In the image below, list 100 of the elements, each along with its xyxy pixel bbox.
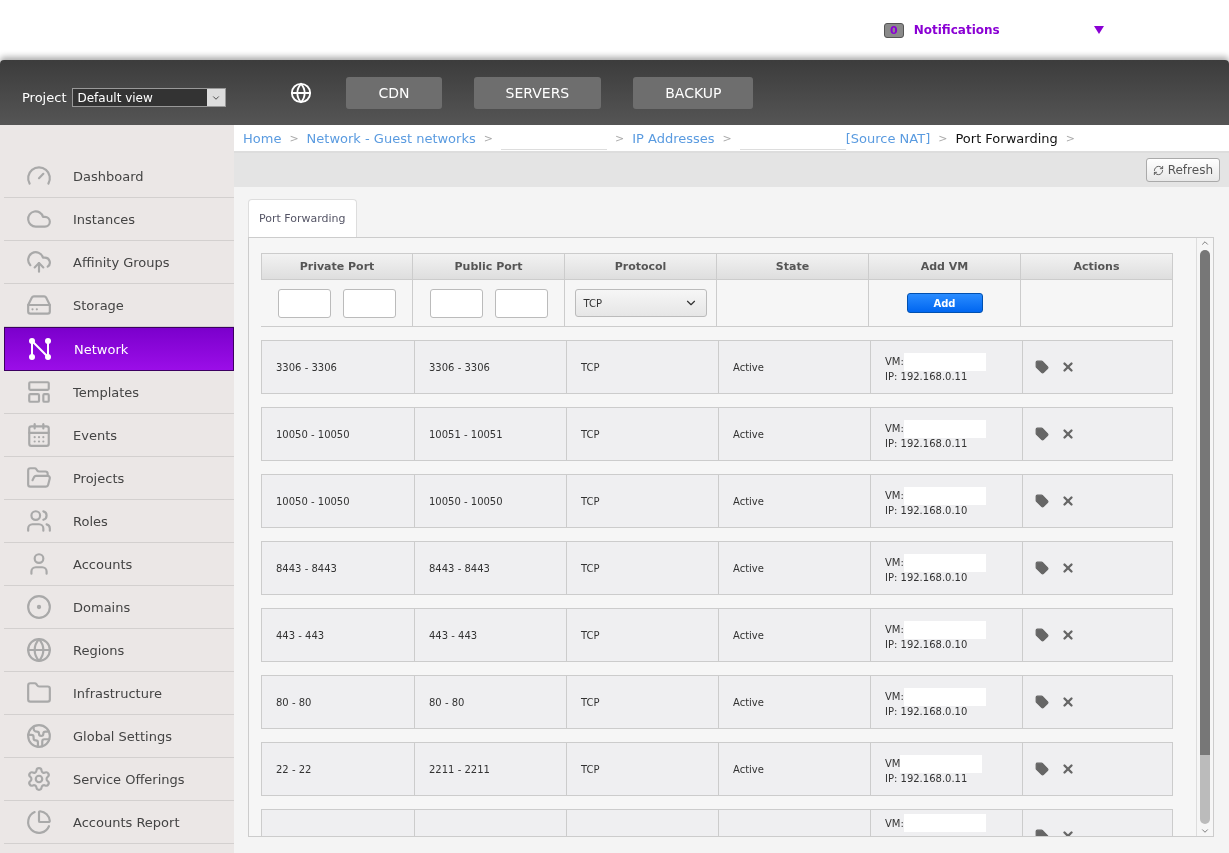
sidebar-item[interactable]: Accounts Report <box>4 801 234 844</box>
breadcrumb-separator: > <box>722 131 732 145</box>
tag-icon[interactable] <box>1035 561 1049 575</box>
table-cell: 2211 - 2211 <box>414 743 566 795</box>
tag-icon[interactable] <box>1035 695 1049 709</box>
sidebar-item[interactable]: Regions <box>4 629 234 672</box>
globe-icon[interactable] <box>290 81 313 104</box>
sidebar-item[interactable]: Global Settings <box>4 715 234 758</box>
breadcrumb-separator: > <box>289 131 299 145</box>
table-cell: 443 - 443 <box>414 609 566 661</box>
project-select[interactable]: Default view <box>72 88 227 107</box>
nav-button[interactable]: SERVERS <box>473 76 602 109</box>
scrollbar[interactable] <box>1196 238 1213 836</box>
delete-icon[interactable] <box>1061 494 1075 508</box>
sidebar-item[interactable]: Templates <box>4 371 234 414</box>
column-header: Private Port <box>261 253 413 280</box>
nav-button[interactable]: CDN <box>346 76 442 109</box>
scroll-down-icon[interactable] <box>1200 826 1210 836</box>
table-cell: TCP <box>566 408 718 460</box>
notifications-link[interactable]: Notifications <box>913 23 1084 37</box>
nav-button[interactable]: BACKUP <box>633 76 754 109</box>
sidebar-item[interactable]: Roles <box>4 500 234 543</box>
column-header: State <box>717 253 869 280</box>
tag-icon[interactable] <box>1035 628 1049 642</box>
table-cell-text: 3306 - 3306 <box>275 360 338 375</box>
sidebar-item[interactable]: Affinity Groups <box>4 241 234 284</box>
vm-label: VM: <box>885 624 904 635</box>
delete-icon[interactable] <box>1061 695 1075 709</box>
vm-label: VM: <box>885 817 904 829</box>
table-cell: Active <box>718 743 870 795</box>
refresh-icon <box>1152 164 1164 176</box>
breadcrumb-separator: > <box>614 131 625 145</box>
column-header: Protocol <box>565 253 717 280</box>
table-cell: Active <box>718 542 870 594</box>
vm-label: VM: <box>885 490 904 501</box>
ip-address: IP: 192.168.0.10 <box>885 705 969 717</box>
column-header: Add VM <box>869 253 1021 280</box>
network-nodes-icon <box>26 336 53 362</box>
sidebar-item[interactable]: Dashboard <box>4 155 234 198</box>
dropdown-caret-icon[interactable] <box>1093 26 1104 34</box>
layout-icon <box>25 379 52 405</box>
refresh-button[interactable]: Refresh <box>1145 158 1220 182</box>
table-cell-text: 10050 - 10050 <box>275 427 351 442</box>
tag-icon[interactable] <box>1035 762 1049 776</box>
table-cell: 10050 - 10050 <box>414 475 566 527</box>
table-cell: 10051 - 10051 <box>414 408 566 460</box>
ip-address: IP: 192.168.0.10 <box>885 638 969 650</box>
settings-icon <box>25 766 52 792</box>
column-header: Actions <box>1021 253 1173 280</box>
input-field[interactable] <box>494 288 548 318</box>
sidebar-item[interactable]: Infrastructure <box>4 672 234 715</box>
sidebar-item[interactable]: Events <box>4 414 234 457</box>
table-cell: TCP <box>566 743 718 795</box>
table-cell: TCP <box>566 542 718 594</box>
delete-icon[interactable] <box>1061 762 1075 776</box>
tag-icon[interactable] <box>1035 427 1049 441</box>
breadcrumb-separator: > <box>938 131 948 145</box>
add-button[interactable]: Add <box>906 293 983 313</box>
vm-label: VM: <box>885 356 904 367</box>
table-cell-text: 8443 - 8443 <box>275 561 338 576</box>
table-cell: TCP <box>566 609 718 661</box>
notification-count: 0 <box>884 22 904 38</box>
sidebar-item[interactable]: Service Offerings <box>4 758 234 801</box>
table-cell-text: 80 - 80 <box>275 695 313 710</box>
scroll-up-icon[interactable] <box>1200 238 1210 248</box>
delete-icon[interactable] <box>1061 561 1075 575</box>
tab[interactable]: Port Forwarding <box>248 199 357 237</box>
table-cell: Active <box>718 676 870 728</box>
input-field[interactable] <box>342 288 396 318</box>
table-cell: Active <box>718 408 870 460</box>
breadcrumb-separator: > <box>483 131 493 145</box>
table-cell: 80 - 80 <box>414 676 566 728</box>
sidebar-item[interactable]: Projects <box>4 457 234 500</box>
table-cell-text: 22 - 22 <box>275 762 313 777</box>
sidebar-item[interactable]: Accounts <box>4 543 234 586</box>
input-field[interactable] <box>429 288 483 318</box>
delete-icon[interactable] <box>1061 360 1075 374</box>
input-field[interactable] <box>277 288 331 318</box>
table-cell: Active <box>718 475 870 527</box>
hard-drive-icon <box>25 292 52 318</box>
table-cell: TCP <box>566 475 718 527</box>
sidebar-item[interactable]: Instances <box>4 198 234 241</box>
project-label: Project <box>22 90 67 105</box>
globe-icon <box>25 723 52 749</box>
target-icon <box>25 594 52 620</box>
sidebar-item[interactable]: Network <box>4 327 234 371</box>
pie-chart-icon <box>25 809 52 835</box>
delete-icon[interactable] <box>1061 427 1075 441</box>
ip-address: IP: 192.168.0.10 <box>885 571 969 583</box>
table-cell: TCP <box>566 676 718 728</box>
column-header: Public Port <box>413 253 565 280</box>
tag-icon[interactable] <box>1035 360 1049 374</box>
protocol-select[interactable]: TCP <box>574 289 707 317</box>
delete-icon[interactable] <box>1061 628 1075 642</box>
vm-label: VM: <box>885 423 904 434</box>
sidebar-item[interactable]: Domains <box>4 586 234 629</box>
ip-address: IP: 192.168.0.11 <box>885 437 969 449</box>
breadcrumb-link[interactable]: Port Forwarding <box>955 130 1058 146</box>
folder-icon <box>25 465 52 491</box>
tag-icon[interactable] <box>1035 494 1049 508</box>
